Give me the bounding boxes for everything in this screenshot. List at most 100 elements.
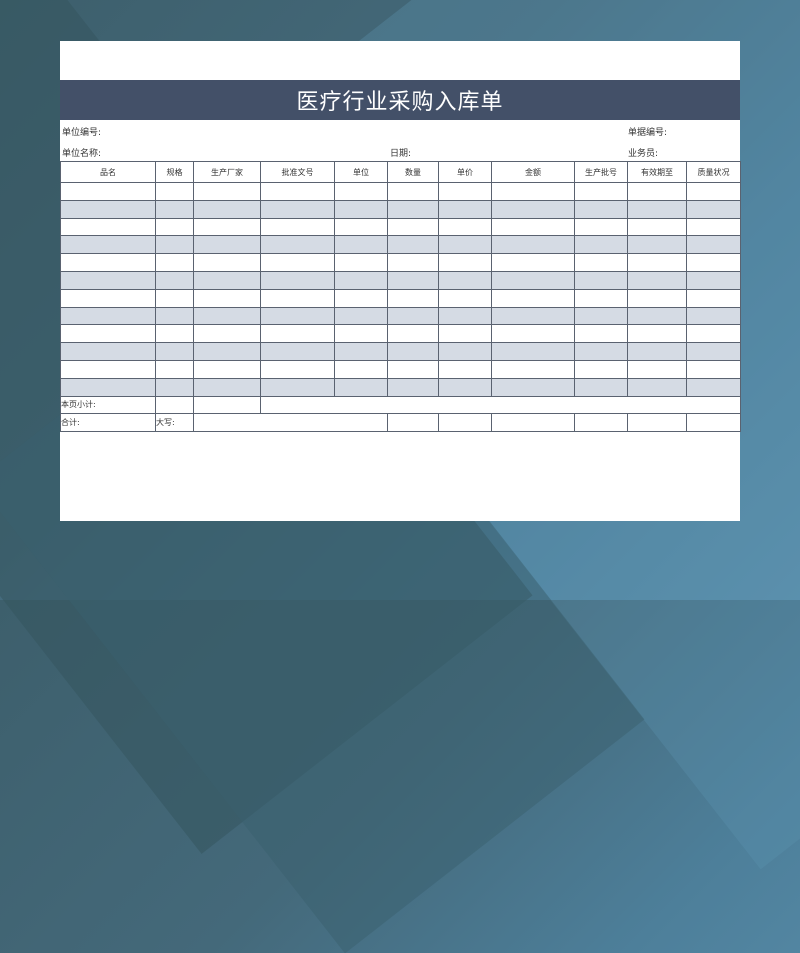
table-cell[interactable]: [491, 413, 575, 433]
table-cell[interactable]: [60, 288, 156, 308]
table-cell[interactable]: [438, 306, 492, 326]
table-cell[interactable]: [193, 306, 261, 326]
table-cell[interactable]: [387, 199, 439, 219]
table-cell[interactable]: [60, 217, 156, 237]
table-cell[interactable]: [334, 288, 388, 308]
table-cell[interactable]: [260, 270, 335, 290]
table-cell[interactable]: [334, 342, 388, 361]
table-cell[interactable]: [491, 199, 575, 219]
table-cell[interactable]: [60, 359, 156, 379]
table-cell[interactable]: [574, 199, 628, 219]
table-cell[interactable]: [260, 217, 335, 237]
table-cell[interactable]: [193, 359, 261, 379]
table-cell[interactable]: [387, 288, 439, 308]
table-cell[interactable]: [574, 324, 628, 344]
table-cell[interactable]: [193, 395, 261, 415]
table-cell[interactable]: [155, 359, 194, 379]
table-cell[interactable]: [193, 235, 261, 255]
table-cell[interactable]: [334, 199, 388, 219]
table-cell[interactable]: [627, 324, 687, 344]
table-cell[interactable]: [574, 413, 628, 433]
table-cell[interactable]: [260, 182, 335, 201]
table-cell[interactable]: [387, 270, 439, 290]
table-cell[interactable]: [686, 270, 741, 290]
table-cell[interactable]: [193, 253, 261, 272]
table-cell[interactable]: [60, 199, 156, 219]
table-cell[interactable]: [155, 235, 194, 255]
table-cell[interactable]: [627, 306, 687, 326]
table-cell[interactable]: [387, 324, 439, 344]
table-cell[interactable]: [60, 377, 156, 397]
table-cell[interactable]: [193, 270, 261, 290]
table-cell[interactable]: [260, 235, 335, 255]
table-cell[interactable]: [438, 288, 492, 308]
table-cell[interactable]: [574, 377, 628, 397]
table-cell[interactable]: [60, 324, 156, 344]
table-cell[interactable]: [60, 253, 156, 272]
table-cell[interactable]: [627, 199, 687, 219]
table-cell[interactable]: [334, 235, 388, 255]
table-cell[interactable]: [155, 377, 194, 397]
table-cell[interactable]: [574, 342, 628, 361]
table-cell[interactable]: [155, 199, 194, 219]
table-cell[interactable]: [686, 199, 741, 219]
table-cell[interactable]: [193, 288, 261, 308]
table-cell[interactable]: [387, 306, 439, 326]
table-cell[interactable]: [387, 253, 439, 272]
table-cell[interactable]: [686, 377, 741, 397]
table-cell[interactable]: [438, 182, 492, 201]
table-cell[interactable]: [260, 324, 335, 344]
table-cell[interactable]: [574, 270, 628, 290]
table-cell[interactable]: [438, 217, 492, 237]
table-cell[interactable]: [686, 253, 741, 272]
table-cell[interactable]: [574, 359, 628, 379]
table-cell[interactable]: [260, 377, 335, 397]
table-cell[interactable]: [155, 270, 194, 290]
table-cell[interactable]: [491, 306, 575, 326]
table-cell[interactable]: [387, 235, 439, 255]
table-cell[interactable]: [686, 217, 741, 237]
table-cell[interactable]: [260, 288, 335, 308]
table-cell[interactable]: [574, 217, 628, 237]
table-cell[interactable]: [438, 270, 492, 290]
table-cell[interactable]: [155, 253, 194, 272]
table-cell[interactable]: [334, 359, 388, 379]
table-cell[interactable]: [438, 342, 492, 361]
table-cell[interactable]: [491, 359, 575, 379]
table-cell[interactable]: [334, 377, 388, 397]
table-cell[interactable]: [60, 306, 156, 326]
table-cell[interactable]: [334, 217, 388, 237]
table-cell[interactable]: [574, 306, 628, 326]
table-cell[interactable]: [260, 342, 335, 361]
table-cell[interactable]: [334, 324, 388, 344]
table-cell[interactable]: [387, 342, 439, 361]
table-cell[interactable]: [155, 306, 194, 326]
table-cell[interactable]: [686, 342, 741, 361]
table-cell[interactable]: [627, 288, 687, 308]
table-cell[interactable]: [193, 324, 261, 344]
table-cell[interactable]: [491, 342, 575, 361]
table-cell[interactable]: [334, 270, 388, 290]
table-cell[interactable]: [438, 235, 492, 255]
table-cell[interactable]: [491, 253, 575, 272]
table-cell[interactable]: [155, 395, 194, 415]
table-cell[interactable]: [438, 324, 492, 344]
table-cell[interactable]: [686, 324, 741, 344]
table-cell[interactable]: [438, 359, 492, 379]
table-cell[interactable]: [627, 359, 687, 379]
table-cell[interactable]: [627, 270, 687, 290]
table-cell[interactable]: [438, 413, 492, 433]
table-cell[interactable]: [193, 199, 261, 219]
table-cell[interactable]: [334, 306, 388, 326]
table-cell[interactable]: [574, 253, 628, 272]
table-cell[interactable]: [491, 182, 575, 201]
table-cell[interactable]: [155, 288, 194, 308]
table-cell[interactable]: [60, 235, 156, 255]
table-cell[interactable]: [387, 182, 439, 201]
table-cell[interactable]: [155, 342, 194, 361]
table-cell[interactable]: [574, 182, 628, 201]
table-cell[interactable]: [155, 324, 194, 344]
table-cell[interactable]: [627, 217, 687, 237]
table-cell[interactable]: [491, 288, 575, 308]
table-cell[interactable]: [155, 217, 194, 237]
